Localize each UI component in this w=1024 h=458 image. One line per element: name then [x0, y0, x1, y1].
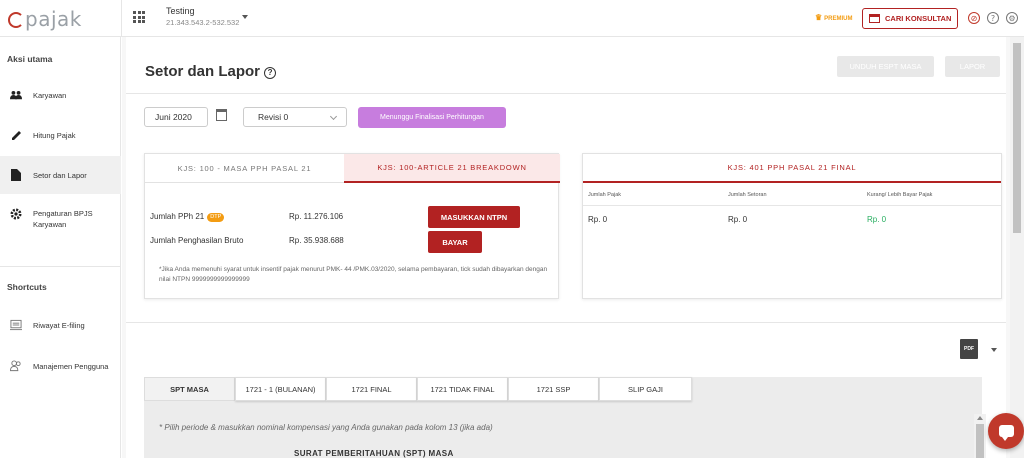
jumlah-penghasilan-bruto-value: Rp. 35.938.688	[289, 236, 344, 245]
premium-label: PREMIUM	[824, 16, 853, 22]
periode-hint: * Pilih periode & masukkan nominal kompe…	[159, 423, 493, 432]
kurang-lebih-bayar-value: Rp. 0	[867, 215, 887, 224]
question-icon[interactable]: ?	[264, 67, 277, 79]
crown-icon: ♛	[815, 13, 823, 22]
shortcut-label: Riwayat E-filing	[33, 320, 85, 330]
store-icon	[869, 14, 880, 23]
sidebar-item-pengaturan-bpjs[interactable]: Pengaturan BPJS Karyawan	[0, 204, 121, 234]
jumlah-pph21-value: Rp. 11.276.106	[289, 212, 344, 221]
apps-grid-icon[interactable]	[133, 11, 145, 23]
sidebar-item-label: Setor dan Lapor	[33, 170, 87, 180]
jumlah-setoran-value: Rp. 0	[728, 215, 748, 224]
page-title: Setor dan Lapor?	[145, 63, 277, 80]
users-icon	[10, 360, 22, 372]
kjs-401-title: KJS: 401 PPH PASAL 21 FINAL	[583, 154, 1001, 183]
dtp-badge: DTP	[207, 212, 225, 222]
tab-slip-gaji[interactable]: SLIP GAJI	[599, 377, 692, 401]
jumlah-pph21-text: Jumlah PPh 21	[150, 212, 205, 221]
chevron-down-icon[interactable]	[991, 348, 997, 352]
tab-1721-ssp[interactable]: 1721 SSP	[508, 377, 599, 401]
cari-konsultan-button[interactable]: CARI KONSULTAN	[862, 8, 958, 29]
top-bar: pajak Testing 21.343.543.2-532.532 ♛ PREM…	[0, 0, 1024, 37]
shortcut-manajemen-pengguna[interactable]: Manajemen Pengguna	[0, 356, 121, 376]
notification-off-icon[interactable]: ⊘	[968, 12, 980, 24]
file-icon	[10, 169, 22, 181]
company-npwp: 21.343.543.2-532.532	[166, 18, 240, 27]
spt-panel: SPT MASA 1721 - 1 (BULANAN) 1721 FINAL 1…	[144, 377, 982, 458]
page-title-text: Setor dan Lapor	[145, 63, 261, 80]
shortcut-label: Manajemen Pengguna	[33, 361, 109, 371]
tab-1721-1-bulanan[interactable]: 1721 - 1 (BULANAN)	[235, 377, 326, 401]
history-icon	[10, 319, 22, 331]
chat-button[interactable]	[988, 413, 1024, 449]
pencil-icon	[10, 129, 22, 141]
kjs-401-card: KJS: 401 PPH PASAL 21 FINAL Jumlah Pajak…	[582, 153, 1002, 299]
period-picker[interactable]: Juni 2020	[144, 107, 208, 127]
lapor-button[interactable]: LAPOR	[945, 56, 1000, 77]
jumlah-setoran-header: Jumlah Setoran	[728, 192, 767, 198]
pajak-logo[interactable]: pajak	[8, 7, 82, 31]
company-name: Testing	[166, 6, 195, 16]
bayar-button[interactable]: BAYAR	[428, 231, 482, 253]
revisi-value: Revisi 0	[258, 112, 289, 122]
unduh-espt-masa-button[interactable]: UNDUH ESPT MASA	[837, 56, 934, 77]
header-divider	[121, 0, 122, 37]
main-area: Setor dan Lapor? UNDUH ESPT MASA LAPOR J…	[122, 37, 1010, 458]
kurang-lebih-bayar-header: Kurang/ Lebih Bayar Pajak	[867, 192, 933, 198]
help-icon[interactable]: ?	[987, 12, 999, 24]
settings-gear-icon[interactable]: ⚙	[1006, 12, 1018, 24]
chat-bubble-icon	[998, 425, 1014, 441]
sidebar-item-hitung-pajak[interactable]: Hitung Pajak	[0, 125, 121, 145]
tab-1721-tidak-final[interactable]: 1721 TIDAK FINAL	[417, 377, 508, 401]
shortcuts-heading: Shortcuts	[7, 282, 47, 292]
sidebar-item-label: Hitung Pajak	[33, 130, 76, 140]
status-badge: Menunggu Finalisasi Perhitungan	[358, 107, 506, 128]
chevron-down-icon	[329, 112, 338, 121]
people-icon	[10, 89, 22, 101]
tab-kjs-100-masa[interactable]: KJS: 100 - MASA PPH PASAL 21	[145, 154, 344, 183]
logo-swirl-icon	[8, 12, 24, 28]
revisi-select[interactable]: Revisi 0	[243, 107, 347, 127]
jumlah-pph21-label: Jumlah PPh 21 DTP	[150, 212, 225, 222]
cari-konsultan-label: CARI KONSULTAN	[885, 14, 952, 23]
pdf-download-icon[interactable]: PDF	[960, 339, 978, 359]
sidebar: Aksi utama Karyawan Hitung Pajak Setor d…	[0, 37, 121, 458]
calendar-icon[interactable]	[216, 109, 227, 121]
sidebar-item-label: Pengaturan BPJS Karyawan	[33, 209, 93, 229]
scrollbar-thumb[interactable]	[976, 424, 984, 458]
sidebar-item-label: Karyawan	[33, 90, 67, 100]
title-divider	[126, 93, 1006, 94]
panel-scrollbar[interactable]	[974, 414, 986, 458]
scrollbar-thumb[interactable]	[1013, 43, 1021, 233]
jumlah-pajak-value: Rp. 0	[588, 215, 608, 224]
table-divider	[583, 205, 1001, 206]
logo-text: pajak	[25, 7, 82, 31]
section-divider	[126, 322, 1006, 323]
aksi-utama-heading: Aksi utama	[7, 54, 53, 64]
scroll-up-icon[interactable]	[977, 416, 983, 420]
sidebar-item-karyawan[interactable]: Karyawan	[0, 85, 121, 105]
spt-document-title: SURAT PEMBERITAHUAN (SPT) MASA	[294, 449, 454, 458]
tab-kjs-100-breakdown[interactable]: KJS: 100-ARTICLE 21 BREAKDOWN	[344, 154, 560, 183]
jumlah-penghasilan-bruto-label: Jumlah Penghasilan Bruto	[150, 236, 244, 245]
kjs-100-card: KJS: 100 - MASA PPH PASAL 21 KJS: 100-AR…	[144, 153, 560, 299]
gear-icon	[10, 208, 22, 220]
sidebar-divider	[0, 266, 121, 267]
masukkan-ntpn-button[interactable]: MASUKKAN NTPN	[428, 206, 520, 228]
chevron-down-icon[interactable]	[242, 15, 248, 19]
tab-spt-masa[interactable]: SPT MASA	[144, 377, 235, 401]
page-scrollbar[interactable]	[1010, 37, 1024, 458]
dtp-note: *Jika Anda memenuhi syarat untuk insenti…	[159, 266, 548, 283]
shortcut-riwayat-efiling[interactable]: Riwayat E-filing	[0, 315, 121, 335]
company-selector[interactable]: Testing 21.343.543.2-532.532	[166, 6, 239, 27]
content-panel: Setor dan Lapor? UNDUH ESPT MASA LAPOR J…	[126, 37, 1006, 458]
premium-badge[interactable]: ♛ PREMIUM	[815, 13, 853, 22]
sidebar-item-setor-dan-lapor[interactable]: Setor dan Lapor	[0, 156, 121, 194]
tab-1721-final[interactable]: 1721 FINAL	[326, 377, 417, 401]
jumlah-pajak-header: Jumlah Pajak	[588, 192, 622, 198]
